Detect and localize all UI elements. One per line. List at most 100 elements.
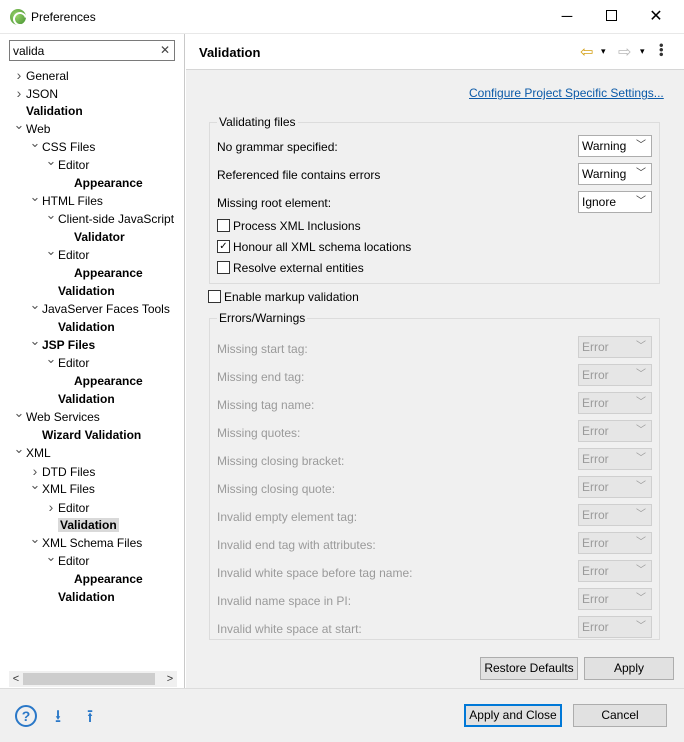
import-preferences-icon[interactable]: ⭳	[47, 705, 69, 727]
chevron-down-icon[interactable]: ⌄	[12, 116, 26, 134]
cancel-button[interactable]: Cancel	[573, 704, 667, 727]
chevron-down-icon[interactable]: ⌄	[28, 530, 42, 548]
process-xml-inclusions-checkbox[interactable]: Process XML Inclusions	[217, 219, 361, 235]
tree-item[interactable]: ⌄ Editor	[44, 153, 90, 174]
configure-project-settings-link[interactable]: Configure Project Specific Settings...	[469, 86, 664, 100]
scroll-right-icon[interactable]: >	[163, 671, 177, 687]
apply-button[interactable]: Apply	[584, 657, 674, 680]
referenced-file-select[interactable]: Warning ﹀	[578, 163, 652, 185]
export-preferences-icon[interactable]: ⭱	[79, 705, 101, 727]
tree-item-label: Appearance	[74, 266, 143, 280]
no-grammar-select[interactable]: Warning ﹀	[578, 135, 652, 157]
tree-item-label: Validation	[58, 518, 119, 532]
close-button[interactable]: ✕	[641, 6, 671, 28]
tree-item[interactable]: › Editor	[44, 498, 90, 516]
clear-filter-icon[interactable]: ✕	[160, 43, 170, 57]
tree-item[interactable]: ⌄ Client-side JavaScript	[44, 207, 175, 228]
chevron-down-icon[interactable]: ⌄	[12, 440, 26, 458]
tree-item[interactable]: Validation	[44, 282, 115, 300]
errors-warnings-label: Errors/Warnings	[217, 311, 308, 325]
chevron-down-icon: ﹀	[636, 509, 646, 520]
tree-item[interactable]: ⌄ HTML Files	[28, 189, 103, 210]
chevron-down-icon[interactable]: ⌄	[28, 476, 42, 494]
forward-dropdown-icon[interactable]: ▾	[640, 46, 645, 57]
help-icon[interactable]: ?	[15, 705, 37, 727]
tree-item[interactable]: › JSON	[12, 84, 58, 102]
error-rule-select[interactable]: Error ﹀	[578, 448, 652, 470]
error-rule-select[interactable]: Error ﹀	[578, 504, 652, 526]
missing-root-select[interactable]: Ignore ﹀	[578, 191, 652, 213]
chevron-down-icon[interactable]: ⌄	[44, 152, 58, 170]
error-rule-select[interactable]: Error ﹀	[578, 616, 652, 638]
chevron-right-icon[interactable]: ›	[12, 66, 26, 84]
tree-item[interactable]: ⌄ Web Services	[12, 405, 100, 426]
chevron-down-icon[interactable]: ⌄	[28, 188, 42, 206]
tree-item-label: Validation	[58, 590, 115, 604]
chevron-down-icon[interactable]: ⌄	[44, 350, 58, 368]
chevron-down-icon[interactable]: ⌄	[28, 332, 42, 350]
chevron-right-icon[interactable]: ›	[44, 498, 58, 516]
resolve-external-entities-checkbox[interactable]: Resolve external entities	[217, 261, 364, 277]
error-rule-select[interactable]: Error ﹀	[578, 560, 652, 582]
restore-defaults-button[interactable]: Restore Defaults	[480, 657, 578, 680]
tree-item[interactable]: Validation	[44, 390, 115, 408]
tree-item[interactable]: ⌄ CSS Files	[28, 135, 96, 156]
tree-item[interactable]: ⌄ XML Files	[28, 477, 95, 498]
title-bar: Preferences ─ ✕	[0, 0, 684, 34]
chevron-down-icon[interactable]: ⌄	[44, 242, 58, 260]
error-rule-select[interactable]: Error ﹀	[578, 364, 652, 386]
error-rule-select[interactable]: Error ﹀	[578, 420, 652, 442]
error-rule-value: Error	[582, 340, 609, 354]
error-rule-value: Error	[582, 620, 609, 634]
back-arrow-icon[interactable]: ⇦	[580, 42, 593, 62]
tree-item[interactable]: ⌄ Editor	[44, 549, 90, 570]
back-dropdown-icon[interactable]: ▾	[601, 46, 606, 57]
chevron-down-icon[interactable]: ⌄	[44, 206, 58, 224]
tree-horizontal-scrollbar[interactable]: < >	[9, 671, 177, 687]
error-rule-label: Invalid white space before tag name:	[217, 566, 413, 580]
maximize-button[interactable]	[596, 6, 626, 28]
error-rule-select[interactable]: Error ﹀	[578, 392, 652, 414]
scrollbar-thumb[interactable]	[23, 673, 155, 685]
page-header: Validation ⇦ ▾ ⇨ ▾ •••	[186, 34, 684, 70]
tree-item[interactable]: ⌄ JSP Files	[28, 333, 96, 354]
error-rule-select[interactable]: Error ﹀	[578, 532, 652, 554]
enable-markup-validation-checkbox[interactable]: Enable markup validation	[208, 290, 359, 306]
tree-item[interactable]: › General	[12, 66, 69, 84]
chevron-down-icon[interactable]: ⌄	[28, 134, 42, 152]
honour-schema-locations-checkbox[interactable]: ✓ Honour all XML schema locations	[217, 240, 411, 256]
chevron-down-icon[interactable]: ⌄	[44, 548, 58, 566]
maximize-icon	[605, 10, 617, 22]
tree-item[interactable]: Appearance	[60, 174, 143, 192]
tree-item[interactable]: Appearance	[60, 264, 143, 282]
error-rule-select[interactable]: Error ﹀	[578, 476, 652, 498]
chevron-down-icon[interactable]: ⌄	[28, 296, 42, 314]
tree-item[interactable]: Validation	[44, 318, 115, 336]
forward-arrow-icon[interactable]: ⇨	[618, 42, 631, 62]
tree-item[interactable]: Wizard Validation	[28, 426, 141, 444]
minimize-button[interactable]: ─	[552, 6, 582, 28]
tree-item[interactable]: Appearance	[60, 372, 143, 390]
error-rule-value: Error	[582, 508, 609, 522]
error-rule-select[interactable]: Error ﹀	[578, 336, 652, 358]
scroll-left-icon[interactable]: <	[9, 671, 23, 687]
eclipse-app-icon	[10, 9, 26, 25]
chevron-down-icon[interactable]: ⌄	[12, 404, 26, 422]
error-rule-label: Missing end tag:	[217, 370, 305, 384]
referenced-file-label: Referenced file contains errors	[217, 168, 381, 182]
error-rule-select[interactable]: Error ﹀	[578, 588, 652, 610]
tree-item[interactable]: ⌄ JavaServer Faces Tools	[28, 297, 170, 318]
apply-and-close-button[interactable]: Apply and Close	[464, 704, 562, 727]
tree-item[interactable]: Validator	[60, 228, 125, 246]
enable-markup-validation-label: Enable markup validation	[224, 290, 359, 304]
tree-item[interactable]: Validation	[44, 516, 119, 534]
chevron-right-icon[interactable]: ›	[12, 84, 26, 102]
view-menu-icon[interactable]: •••	[654, 43, 669, 57]
tree-item[interactable]: Validation	[44, 588, 115, 606]
tree-item[interactable]: ⌄ Editor	[44, 243, 90, 264]
tree-item[interactable]: ⌄ XML	[12, 441, 51, 462]
filter-input[interactable]	[10, 41, 150, 60]
tree-item[interactable]: ⌄ Editor	[44, 351, 90, 372]
tree-item[interactable]: Appearance	[60, 570, 143, 588]
error-rule-label: Missing start tag:	[217, 342, 308, 356]
